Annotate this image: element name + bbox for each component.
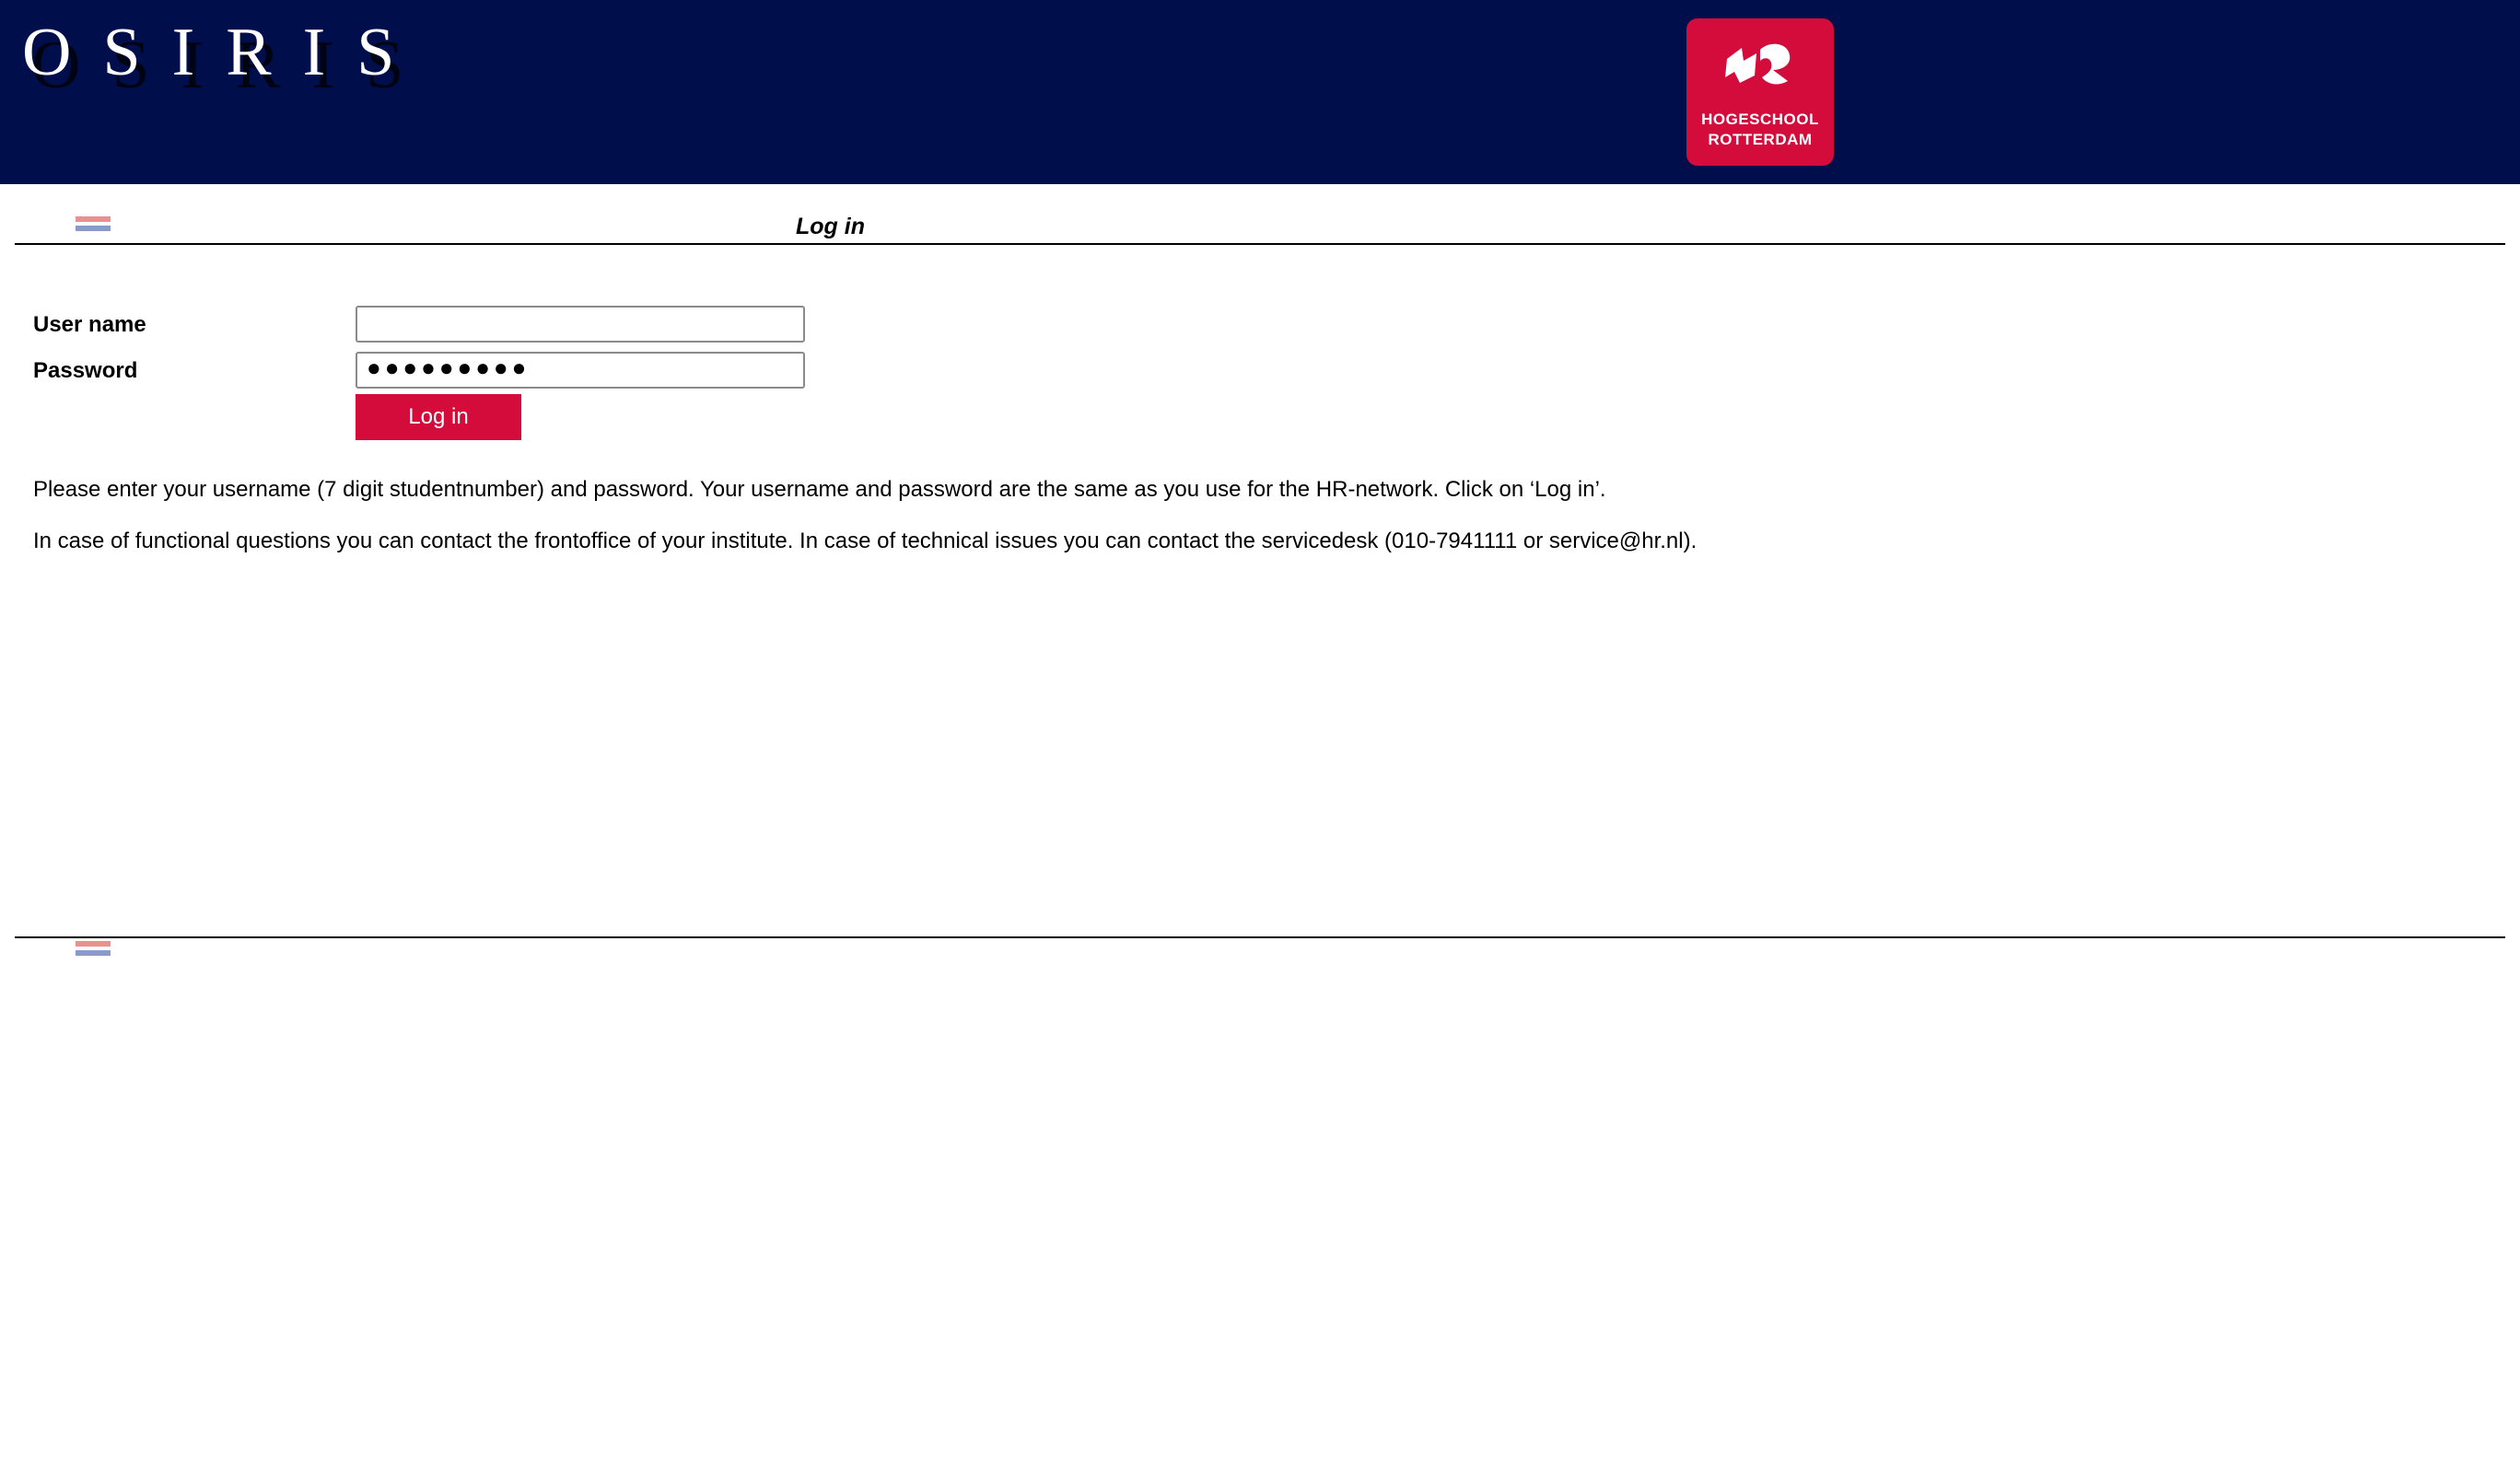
top-divider (15, 243, 2505, 245)
info-text-credentials: Please enter your username (7 digit stud… (33, 477, 1606, 502)
page-header: OSIRIS OSIRIS HOGESCHOOL ROTTERDAM (0, 0, 2520, 184)
app-title: OSIRIS (22, 15, 426, 90)
username-label: User name (33, 312, 146, 337)
dutch-flag-icon-footer[interactable] (76, 941, 111, 965)
login-button[interactable]: Log in (356, 394, 521, 440)
info-text-support: In case of functional questions you can … (33, 529, 1698, 553)
password-label: Password (33, 358, 138, 383)
username-input[interactable] (356, 306, 805, 343)
logo-text-line1: HOGESCHOOL (1701, 110, 1819, 128)
hr-emblem-icon (1725, 43, 1791, 85)
hogeschool-rotterdam-logo-icon: HOGESCHOOL ROTTERDAM (1686, 18, 1834, 166)
app-logo: OSIRIS OSIRIS (22, 18, 446, 120)
logo-text-line2: ROTTERDAM (1708, 131, 1813, 148)
dutch-flag-icon[interactable] (76, 216, 111, 240)
page-title: Log in (796, 214, 865, 239)
bottom-divider (15, 936, 2505, 938)
password-input[interactable] (356, 352, 805, 389)
